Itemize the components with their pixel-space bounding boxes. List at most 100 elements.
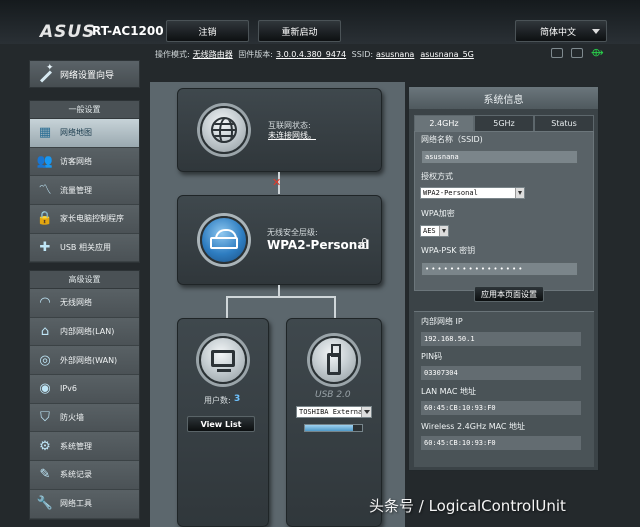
sidebar-item-advanced-7[interactable]: 🔧 网络工具 [30,489,139,519]
tab-5ghz[interactable]: 5GHz [474,115,534,131]
lock-icon: 🔒 [36,211,54,227]
usb-capacity-bar [304,424,363,432]
usb-capacity-fill [305,425,354,431]
reboot-button[interactable]: 重新启动 [258,20,341,42]
usb-drive-icon [327,344,341,375]
sidebar-item-label: 家长电脑控制程序 [60,214,124,224]
traffic-icon: 〽 [38,182,52,198]
view-list-button[interactable]: View List [187,416,255,432]
usb-device-select[interactable]: TOSHIBA External [296,406,372,418]
watermark: 头条号 / LogicalControlUnit [369,497,566,515]
language-select[interactable]: 简体中文 [515,20,607,42]
wifi-icon: ◠ [39,295,51,311]
internet-globe [200,106,248,154]
sidebar-item-label: 系统记录 [60,470,92,480]
router-circle [200,216,248,264]
sidebar-item-label: 系统管理 [60,441,92,451]
apply-button[interactable]: 应用本页面设置 [474,286,544,302]
ssid-field-label: 网络名称（SSID) [421,135,483,144]
sidebar-item-advanced-6[interactable]: ✎ 系统记录 [30,461,139,490]
client-status-icon[interactable] [551,48,563,58]
wireless-mac-label: Wireless 2.4GHz MAC 地址 [421,422,526,431]
usb-version-label: USB 2.0 [315,390,351,400]
clients-label: 用户数: [204,396,231,405]
pin-value: 03307304 [421,366,581,380]
logout-button[interactable]: 注销 [166,20,249,42]
firmware-label: 固件版本: [238,50,273,59]
clients-circle [199,336,247,384]
ssid-5g-link[interactable]: asusnana_5G [420,50,474,59]
language-value: 简体中文 [540,27,577,38]
sidebar-item-label: 无线网络 [60,298,92,308]
psk-key-label: WPA-PSK 密钥 [421,246,476,255]
firmware-link[interactable]: 3.0.0.4.380_9474 [276,50,346,59]
router-icon [210,229,238,249]
lan-mac-value: 60:45:CB:10:93:F0 [421,401,581,415]
mode-link[interactable]: 无线路由器 [193,50,233,59]
clients-count: 3 [234,394,241,404]
tab-status[interactable]: Status [534,115,594,131]
sidebar-item-label: IPv6 [60,384,78,394]
sidebar-item-label: 访客网络 [60,157,92,167]
ssid-24-link[interactable]: asusnana [376,50,414,59]
sidebar-item-advanced-4[interactable]: ⛉ 防火墙 [30,403,139,433]
system-info-title: 系统信息 [409,87,598,109]
chevron-down-icon [515,188,524,198]
monitor-icon [211,349,235,372]
chevron-down-icon [439,226,448,236]
setup-wizard-label: 网络设置向导 [60,70,115,81]
connector-line [334,296,336,318]
sidebar-item-general-4[interactable]: ✚ USB 相关应用 [30,233,139,263]
network-map-icon: ▦ [38,125,52,141]
mode-label: 操作模式: [155,50,190,59]
psk-key-input[interactable]: •••••••••••••••• [421,262,578,276]
magic-wand-icon [36,63,54,83]
auth-method-label: 授权方式 [421,172,453,181]
chevron-down-icon [592,29,600,34]
auth-method-select[interactable]: WPA2-Personal [420,187,525,199]
sidebar-item-label: 外部网络(WAN) [60,355,118,365]
sidebar-item-general-3[interactable]: 🔒 家长电脑控制程序 [30,205,139,234]
usb-status-icon[interactable]: ⟴ [591,47,604,58]
wpa-encryption-select[interactable]: AES [420,225,449,237]
pin-label: PIN码 [421,352,443,361]
auth-method-value: WPA2-Personal [423,189,478,197]
connector-line [226,296,228,318]
tab-2-4ghz[interactable]: 2.4GHz [414,115,474,131]
sidebar-item-label: 网络地图 [60,128,92,138]
status-icons: ⟴ [551,47,604,58]
ipv6-icon: ◉ [39,381,51,397]
sidebar-item-general-2[interactable]: 〽流量管理 [30,176,139,206]
tools-icon: 🔧 [36,496,54,512]
sidebar-item-advanced-2[interactable]: ◎ 外部网络(WAN) [30,346,139,376]
sidebar-item-label: 内部网络(LAN) [60,327,115,337]
copy-status-icon[interactable] [571,48,583,58]
general-settings-section: 一般设置 ▦ 网络地图 👥 访客网络〽流量管理 🔒 家长电脑控制程序 ✚ USB 相关应用 [29,100,140,264]
sidebar-item-label: 网络工具 [60,499,92,509]
home-icon: ⌂ [40,324,50,340]
internet-status-value[interactable]: 未连接网线。 [268,130,316,141]
log-icon: ✎ [39,467,51,483]
general-settings-title: 一般设置 [30,101,139,119]
ssid-input[interactable]: asusnana [421,150,578,164]
band-tabs: 2.4GHz 5GHz Status [414,115,594,131]
chevron-down-icon [361,407,371,417]
sidebar-item-general-1[interactable]: 👥 访客网络 [30,147,139,177]
usb-device-value: TOSHIBA External [299,408,367,416]
admin-icon: ⚙ [39,438,51,454]
lan-ip-value: 192.168.50.1 [421,332,581,346]
guest-network-icon: 👥 [36,154,54,170]
globe-icon: ◎ [39,352,51,368]
asus-logo: ASUS [40,22,96,42]
shield-icon: ⛉ [40,410,50,426]
sidebar-item-advanced-5[interactable]: ⚙ 系统管理 [30,432,139,462]
sidebar-item-advanced-3[interactable]: ◉ IPv6 [30,375,139,404]
sidebar-item-general-0[interactable]: ▦ 网络地图 [30,119,139,148]
sidebar-item-label: 防火墙 [60,413,84,423]
setup-wizard-button[interactable]: 网络设置向导 [29,60,140,88]
sidebar-item-advanced-0[interactable]: ◠ 无线网络 [30,289,139,318]
lan-mac-label: LAN MAC 地址 [421,387,477,396]
sidebar-item-advanced-1[interactable]: ⌂ 内部网络(LAN) [30,317,139,347]
advanced-settings-section: 高级设置 ◠ 无线网络 ⌂ 内部网络(LAN) ◎ 外部网络(WAN) ◉ IPv6 ⛉ 防火墙 ⚙… [29,270,140,520]
info-bar: 操作模式: 无线路由器 固件版本: 3.0.0.4.380_9474 SSID: as… [155,49,477,60]
